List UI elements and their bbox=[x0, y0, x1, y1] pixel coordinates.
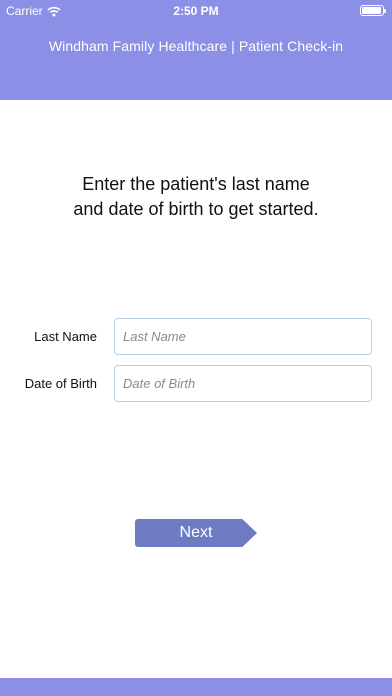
instruction-line-1: Enter the patient's last name bbox=[82, 174, 310, 194]
instruction-text: Enter the patient's last name and date o… bbox=[40, 172, 352, 222]
app-header: Carrier 2:50 PM Windham Family Healthcar… bbox=[0, 0, 392, 100]
status-time: 2:50 PM bbox=[173, 4, 219, 18]
last-name-label: Last Name bbox=[34, 329, 97, 344]
page-title: Windham Family Healthcare | Patient Chec… bbox=[48, 38, 344, 54]
last-name-input[interactable] bbox=[114, 318, 372, 355]
battery-level bbox=[362, 7, 381, 14]
status-bar: Carrier 2:50 PM bbox=[0, 0, 392, 22]
footer-bar bbox=[0, 678, 392, 696]
instruction-line-2: and date of birth to get started. bbox=[73, 199, 319, 219]
next-button[interactable]: Next bbox=[135, 519, 257, 547]
dob-label: Date of Birth bbox=[24, 376, 97, 391]
battery-icon bbox=[360, 5, 386, 16]
dob-input[interactable] bbox=[114, 365, 372, 402]
